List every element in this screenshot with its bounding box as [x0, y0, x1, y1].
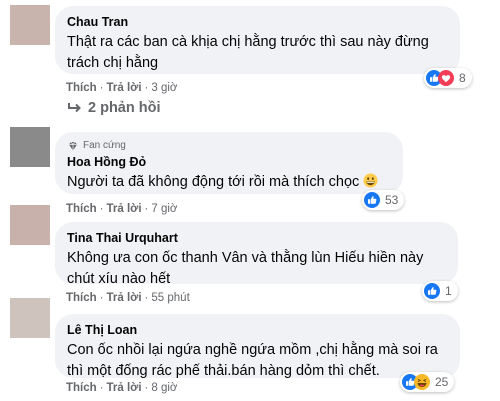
reaction-count: 25 [435, 375, 449, 389]
comment-text: Thật ra các ban cà khịa chị hằng trước t… [67, 32, 448, 74]
comment-bubble: Fan cứng Hoa Hồng Đỏ Người ta đã không đ… [55, 132, 403, 194]
comment-actions: Thích · Trả lời · 3 giờ [66, 82, 178, 94]
avatar[interactable] [10, 127, 50, 167]
comment-author[interactable]: Chau Tran [67, 14, 448, 30]
like-button[interactable]: Thích [66, 203, 97, 215]
like-button[interactable]: Thích [66, 292, 97, 304]
avatar[interactable] [10, 205, 50, 245]
view-replies-label: 2 phản hồi [88, 100, 161, 116]
comment-timestamp[interactable]: 55 phút [151, 292, 189, 304]
avatar[interactable] [10, 298, 50, 338]
like-button[interactable]: Thích [66, 82, 97, 94]
comment-actions: Thích · Trả lời · 55 phút [66, 292, 190, 304]
reaction-count: 1 [445, 284, 452, 298]
comment-text: Người ta đã không động tới rồi mà thích … [67, 172, 391, 195]
like-button[interactable]: Thích [66, 382, 97, 394]
reaction-summary[interactable]: 1 [422, 281, 458, 301]
comment-author[interactable]: Hoa Hồng Đỏ [67, 154, 391, 170]
comment-author[interactable]: Lê Thị Loan [67, 322, 448, 338]
reaction-summary[interactable]: 53 [362, 190, 405, 210]
comment-text: Con ốc nhồi lại ngứa nghề ngứa mồm ,chị … [67, 340, 448, 382]
like-reaction-icon [424, 283, 440, 299]
fan-badge[interactable]: Fan cứng [67, 139, 391, 153]
diamond-icon [67, 140, 79, 152]
comment-text-line: Không ưa con ốc thanh Vân và thằng lùn H… [67, 250, 424, 266]
love-reaction-icon [438, 70, 454, 86]
reaction-count: 53 [385, 193, 399, 207]
comment-text-line: Con ốc nhồi lại ngứa nghề ngứa mồm ,chị … [67, 342, 438, 358]
comment-bubble: Lê Thị Loan Con ốc nhồi lại ngứa nghề ng… [55, 314, 460, 379]
reply-button[interactable]: Trả lời [107, 203, 142, 215]
comment-timestamp[interactable]: 7 giờ [151, 203, 177, 215]
comment-text-line: chút xíu nào hết [67, 271, 171, 287]
comment-timestamp[interactable]: 8 giờ [151, 382, 177, 394]
view-replies-link[interactable]: 2 phản hồi [66, 100, 161, 116]
haha-reaction-icon [414, 374, 430, 390]
comment-actions: Thích · Trả lời · 8 giờ [66, 382, 178, 394]
reply-arrow-icon [68, 103, 81, 113]
reaction-summary[interactable]: 8 [424, 68, 472, 88]
fan-badge-label: Fan cứng [83, 140, 126, 151]
reply-button[interactable]: Trả lời [107, 292, 142, 304]
reaction-summary[interactable]: 25 [400, 372, 455, 392]
comment-author[interactable]: Tina Thai Urquhart [67, 230, 446, 246]
comment-bubble: Chau Tran Thật ra các ban cà khịa chị hằ… [55, 6, 460, 74]
reply-button[interactable]: Trả lời [107, 382, 142, 394]
comment-timestamp[interactable]: 3 giờ [151, 82, 177, 94]
comment-bubble: Tina Thai Urquhart Không ưa con ốc thanh… [55, 222, 458, 287]
comment-actions: Thích · Trả lời · 7 giờ [66, 203, 178, 215]
comment-text-line: Thật ra các ban cà khịa chị hằng trước t… [67, 34, 429, 50]
like-reaction-icon [364, 192, 380, 208]
reaction-count: 8 [459, 71, 466, 85]
avatar[interactable] [10, 5, 50, 45]
reply-button[interactable]: Trả lời [107, 82, 142, 94]
comment-text: Không ưa con ốc thanh Vân và thằng lùn H… [67, 248, 446, 290]
comment-text-line: trách chị hằng [67, 55, 159, 71]
comment-text-line: thì một đống rác phế thải.bán hàng dỏm t… [67, 363, 380, 379]
comment-text-line: Người ta đã không động tới rồi mà thích … [67, 174, 360, 190]
